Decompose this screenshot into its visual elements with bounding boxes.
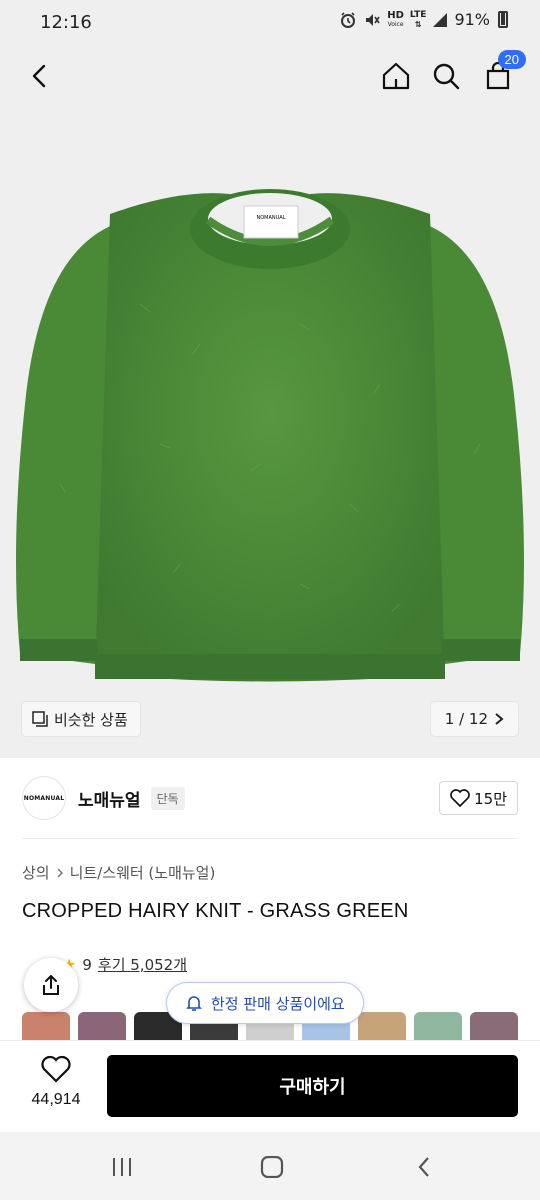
cart-badge: 20 bbox=[497, 50, 526, 69]
battery-percent: 91% bbox=[454, 10, 490, 29]
mute-icon bbox=[366, 13, 380, 26]
recent-apps-button[interactable] bbox=[102, 1152, 142, 1182]
chevron-left-icon bbox=[32, 64, 46, 88]
breadcrumb-item-knit[interactable]: 니트/스웨터 (노매뉴얼) bbox=[70, 862, 216, 883]
exclusive-badge: 단독 bbox=[150, 786, 185, 810]
reviews-link[interactable]: 후기 5,052개 bbox=[98, 954, 187, 975]
similar-products-button[interactable]: 비슷한 상품 bbox=[22, 702, 140, 736]
wishlist-count: 44,914 bbox=[31, 1091, 81, 1108]
alarm-icon bbox=[341, 11, 356, 28]
home-nav-icon bbox=[260, 1156, 284, 1178]
recent-apps-icon bbox=[113, 1158, 131, 1176]
battery-icon bbox=[498, 11, 508, 28]
heart-icon bbox=[41, 1055, 71, 1083]
brand-name[interactable]: 노매뉴얼 bbox=[78, 786, 141, 811]
swatch-2[interactable] bbox=[78, 1012, 126, 1040]
signal-icon bbox=[433, 12, 448, 27]
voice-label: Voice bbox=[387, 20, 404, 28]
bell-icon bbox=[186, 996, 202, 1011]
rating-value: 9 bbox=[82, 955, 92, 974]
share-button[interactable] bbox=[24, 958, 78, 1012]
swatch-7[interactable] bbox=[358, 1012, 406, 1040]
home-nav-button[interactable] bbox=[252, 1152, 292, 1182]
similar-products-label: 비슷한 상품 bbox=[54, 710, 128, 729]
chevron-right-icon bbox=[495, 713, 504, 725]
chevron-left-icon bbox=[418, 1157, 429, 1177]
product-image: NOMANUAL bbox=[16, 189, 524, 682]
brand-like-button[interactable]: 15만 bbox=[439, 781, 518, 815]
image-pager-count: 1 / 12 bbox=[444, 710, 488, 728]
share-icon bbox=[43, 975, 59, 995]
limited-sale-notice[interactable]: 한정 판매 상품이에요 bbox=[166, 982, 364, 1024]
status-bar: 12:16 HD Voice LTE ⇅ 91% bbox=[0, 0, 540, 44]
brand-patch-text: NOMANUAL bbox=[256, 215, 285, 221]
brand-like-count: 15만 bbox=[474, 789, 507, 808]
status-time: 12:16 bbox=[40, 12, 92, 33]
back-button[interactable] bbox=[18, 54, 62, 98]
divider bbox=[22, 838, 518, 839]
lte-label: LTE bbox=[409, 9, 427, 20]
product-title: CROPPED HAIRY KNIT - GRASS GREEN bbox=[22, 900, 409, 922]
wishlist-button[interactable]: 44,914 bbox=[24, 1055, 88, 1109]
chevron-right-icon bbox=[57, 867, 63, 878]
brand-row: NOMANUAL 노매뉴얼 단독 15만 bbox=[22, 776, 518, 820]
search-button[interactable] bbox=[424, 54, 468, 98]
swatch-9[interactable] bbox=[470, 1012, 518, 1040]
product-gallery[interactable]: 20 NOMANUAL 비슷한 상품 1 / 12 bbox=[0, 44, 540, 758]
lte-indicator: LTE ⇅ bbox=[409, 9, 427, 29]
brand-logo[interactable]: NOMANUAL bbox=[22, 776, 66, 820]
purchase-bar: 44,914 구매하기 bbox=[0, 1040, 540, 1132]
hd-label: HD bbox=[387, 9, 404, 21]
back-nav-button[interactable] bbox=[404, 1152, 444, 1182]
limited-sale-label: 한정 판매 상품이에요 bbox=[211, 994, 345, 1013]
swatch-1[interactable] bbox=[22, 1012, 70, 1040]
buy-button-label: 구매하기 bbox=[279, 1077, 346, 1098]
buy-button[interactable]: 구매하기 bbox=[107, 1055, 518, 1117]
home-button[interactable] bbox=[374, 54, 418, 98]
breadcrumb-item-top[interactable]: 상의 bbox=[22, 862, 50, 883]
heart-icon bbox=[450, 789, 470, 807]
home-icon bbox=[382, 62, 410, 90]
image-pager[interactable]: 1 / 12 bbox=[430, 702, 518, 736]
swatch-8[interactable] bbox=[414, 1012, 462, 1040]
hd-voice-indicator: HD Voice bbox=[387, 9, 404, 29]
breadcrumb: 상의 니트/스웨터 (노매뉴얼) bbox=[22, 862, 215, 883]
copy-icon bbox=[32, 711, 48, 727]
status-icons: HD Voice LTE ⇅ 91% bbox=[339, 10, 508, 29]
system-navigation-bar bbox=[0, 1132, 540, 1200]
brand-logo-text: NOMANUAL bbox=[23, 794, 65, 802]
search-icon bbox=[433, 63, 460, 90]
cart-button[interactable]: 20 bbox=[476, 50, 526, 98]
